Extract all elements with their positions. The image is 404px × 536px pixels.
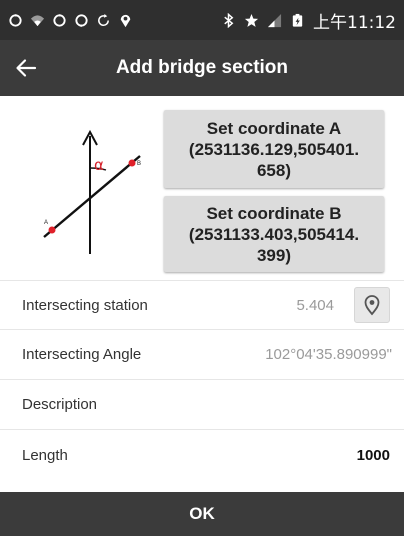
location-pin-icon: [364, 295, 380, 316]
refresh-icon: [98, 13, 109, 26]
signal-icon: [267, 13, 282, 27]
sync-icon: [75, 13, 88, 27]
sync-icon: [53, 13, 66, 27]
intersecting-angle-label: Intersecting Angle: [22, 346, 142, 363]
length-value[interactable]: 1000: [357, 447, 390, 464]
star-icon: [244, 13, 259, 27]
intersecting-station-label: Intersecting station: [22, 296, 148, 314]
page-title: Add bridge section: [115, 57, 289, 78]
coordinate-b-title: Set coordinate B: [206, 203, 342, 223]
status-right-icons: 上午11:12: [221, 8, 396, 33]
angle-symbol: α: [94, 156, 104, 174]
coordinate-a-text: Set coordinate A (2531136.129,505401. 65…: [189, 118, 359, 181]
coordinate-b-value-line2: 399): [256, 245, 291, 265]
point-b-marker: [128, 159, 136, 167]
intersecting-station-row: Intersecting station 5.404: [0, 280, 404, 330]
locate-station-button[interactable]: [354, 287, 390, 323]
status-time: 上午11:12: [313, 12, 396, 33]
bridge-diagram: α A B: [43, 129, 141, 254]
point-a-marker: [48, 226, 56, 234]
set-coordinate-b-button[interactable]: Set coordinate B (2531133.403,505414. 39…: [164, 196, 384, 272]
length-label: Length: [22, 446, 68, 464]
length-row: Length 1000: [0, 430, 404, 480]
ok-button[interactable]: OK: [0, 492, 404, 536]
coordinate-a-value-line1: (2531136.129,505401.: [188, 139, 360, 159]
description-row: Description: [0, 380, 404, 430]
coordinate-b-value-line1: (2531133.403,505414.: [188, 224, 360, 244]
intersecting-angle-value[interactable]: 102°04'35.890999": [265, 346, 392, 363]
coordinate-b-text: Set coordinate B (2531133.403,505414. 39…: [189, 203, 359, 266]
intersecting-station-value[interactable]: 5.404: [296, 297, 334, 314]
sync-icon: [9, 13, 22, 27]
app-bar: Add bridge section: [0, 40, 404, 96]
battery-icon: [292, 13, 303, 27]
description-label: Description: [22, 396, 98, 413]
coordinate-a-title: Set coordinate A: [206, 118, 342, 138]
description-input[interactable]: [140, 390, 390, 420]
status-bar: 上午11:12: [0, 0, 404, 40]
bluetooth-icon: [224, 12, 234, 28]
point-b-label: B: [137, 161, 141, 167]
coordinate-a-value-line2: 658): [256, 160, 291, 180]
wifi-icon: [30, 14, 45, 26]
set-coordinate-a-button[interactable]: Set coordinate A (2531136.129,505401. 65…: [164, 110, 384, 188]
location-icon: [120, 14, 131, 27]
intersecting-angle-row: Intersecting Angle 102°04'35.890999": [0, 330, 404, 380]
status-left-icons: [8, 13, 133, 28]
point-a-label: A: [44, 220, 48, 226]
